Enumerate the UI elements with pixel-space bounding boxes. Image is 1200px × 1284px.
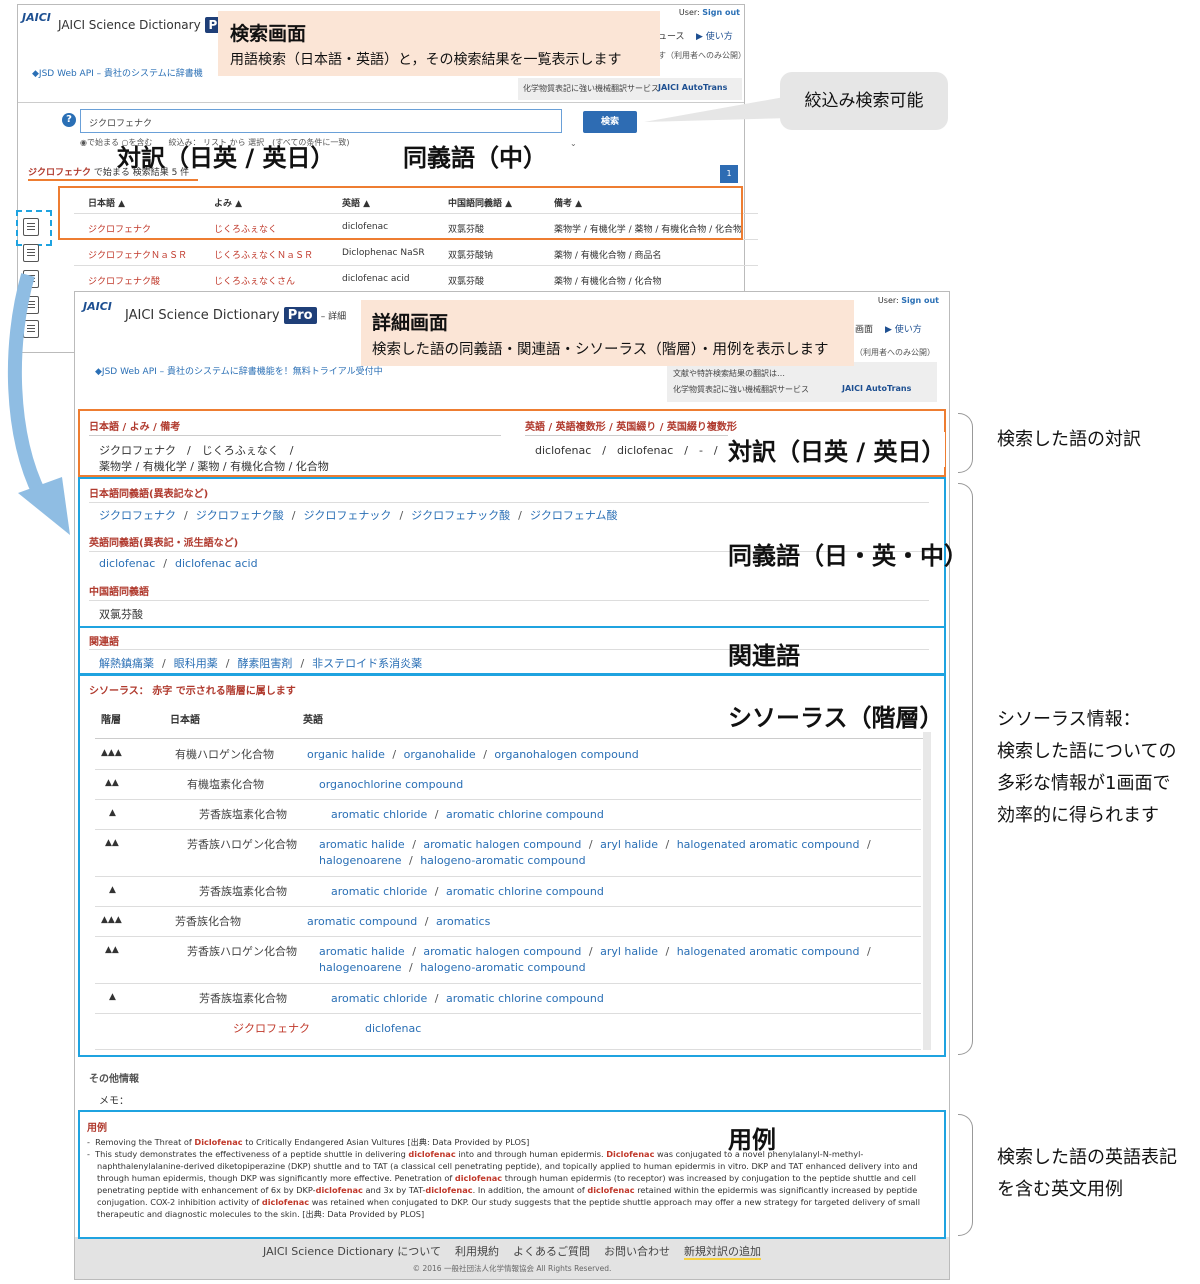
search-screen-callout: 検索画面 用語検索（日本語・英語）と，その検索結果を一覧表示します (218, 11, 660, 76)
translation-annotation: 検索した語の対訳 (997, 429, 1141, 450)
translation-label: 対訳（日英 / 英日） (117, 144, 335, 172)
thesaurus-label: シソーラス（階層） (728, 704, 944, 732)
app-title: JAICI Science Dictionary Pro – 詳細 (125, 307, 347, 324)
detail-icon[interactable] (23, 244, 39, 262)
detail-icon[interactable] (23, 218, 39, 236)
faq-link[interactable]: よくあるご質問 (513, 1245, 590, 1258)
thesaurus-annotation: シソーラス情報： 検索した語についての 多彩な情報が1画面で 効率的に得られます (997, 709, 1177, 826)
help-icon[interactable]: ? (62, 113, 76, 127)
sign-out-link[interactable]: Sign out (702, 8, 740, 17)
examples-section-highlight (78, 1110, 946, 1239)
other-info-heading: その他情報 (89, 1074, 139, 1085)
result-underline (28, 179, 198, 181)
nav-news[interactable]: ュース (658, 29, 685, 42)
brace (958, 413, 973, 473)
about-link[interactable]: JAICI Science Dictionary について (263, 1245, 441, 1258)
examples-label: 用例 (728, 1126, 776, 1154)
related-label: 関連語 (728, 642, 800, 670)
app-title: JAICI Science Dictionary Pro (58, 17, 236, 33)
jaici-logo: JAICI (83, 300, 112, 313)
copyright: © 2016 一般社団法人化学情報協会 All Rights Reserved. (412, 1264, 612, 1273)
examples-annotation: 検索した語の英語表記 を含む英文用例 (997, 1147, 1177, 1200)
nav-howto[interactable]: ▶ 使い方 (696, 29, 733, 42)
add-translation-link[interactable]: 新規対訳の追加 (683, 1245, 761, 1260)
api-link[interactable]: ◆JSD Web API – 貴社のシステムに辞書機 (32, 66, 203, 79)
callout-pointer (644, 96, 790, 122)
nav-public: す（利用者へのみ公開） (658, 51, 746, 60)
translation-label: 対訳（日英 / 英日） (728, 432, 946, 467)
user-area: User: Sign out (877, 296, 939, 305)
detail-screen-callout: 詳細画面 検索した語の同義語・関連語・シソーラス（階層）・用例を表示します (361, 300, 854, 366)
api-link[interactable]: ◆JSD Web API – 貴社のシステムに辞書機能を！無料トライアル受付中 (95, 364, 383, 377)
translation-highlight (58, 186, 743, 240)
sign-out-link[interactable]: Sign out (901, 296, 939, 305)
jaici-logo: JAICI (22, 11, 51, 24)
related-section-highlight (78, 626, 946, 675)
chevron-down-icon[interactable]: ⌄ (570, 139, 577, 148)
synonym-label: 同義語（日・英・中） (728, 542, 968, 570)
narrow-search-callout: 絞込み検索可能 (780, 72, 948, 130)
contact-link[interactable]: お問い合わせ (604, 1245, 670, 1258)
brace (958, 483, 973, 1055)
table-row[interactable]: ジクロフェナク酸 じくろふぇなくさん diclofenac acid 双氯芬酸 … (74, 266, 758, 292)
search-input[interactable]: ジクロフェナク (80, 109, 562, 133)
terms-link[interactable]: 利用規約 (455, 1245, 499, 1258)
memo-label: メモ： (99, 1096, 129, 1107)
search-button[interactable]: 検索 (583, 111, 637, 133)
brace (958, 1114, 973, 1236)
user-area: User: Sign out (678, 8, 740, 17)
autotrans-banner[interactable]: 文献や特許検索結果の翻訳は… 化学物質表記に強い機械翻訳サービス JAICI A… (667, 362, 937, 402)
nav-howto[interactable]: ▶ 使い方 (885, 322, 922, 335)
footer: JAICI Science Dictionary について 利用規約 よくあるご… (75, 1237, 949, 1279)
chinese-synonym-label: 同義語（中） (403, 144, 547, 172)
header-divider (18, 102, 744, 103)
footer-links: JAICI Science Dictionary について 利用規約 よくあるご… (75, 1243, 949, 1260)
nav-public: （利用者へのみ公開） (855, 348, 935, 357)
page-1-button[interactable]: 1 (720, 165, 738, 183)
table-row[interactable]: ジクロフェナクＮａＳＲ じくろふぇなくＮａＳＲ Diclophenac NaSR… (74, 240, 758, 266)
nav-screen[interactable]: 画面 (855, 322, 873, 335)
